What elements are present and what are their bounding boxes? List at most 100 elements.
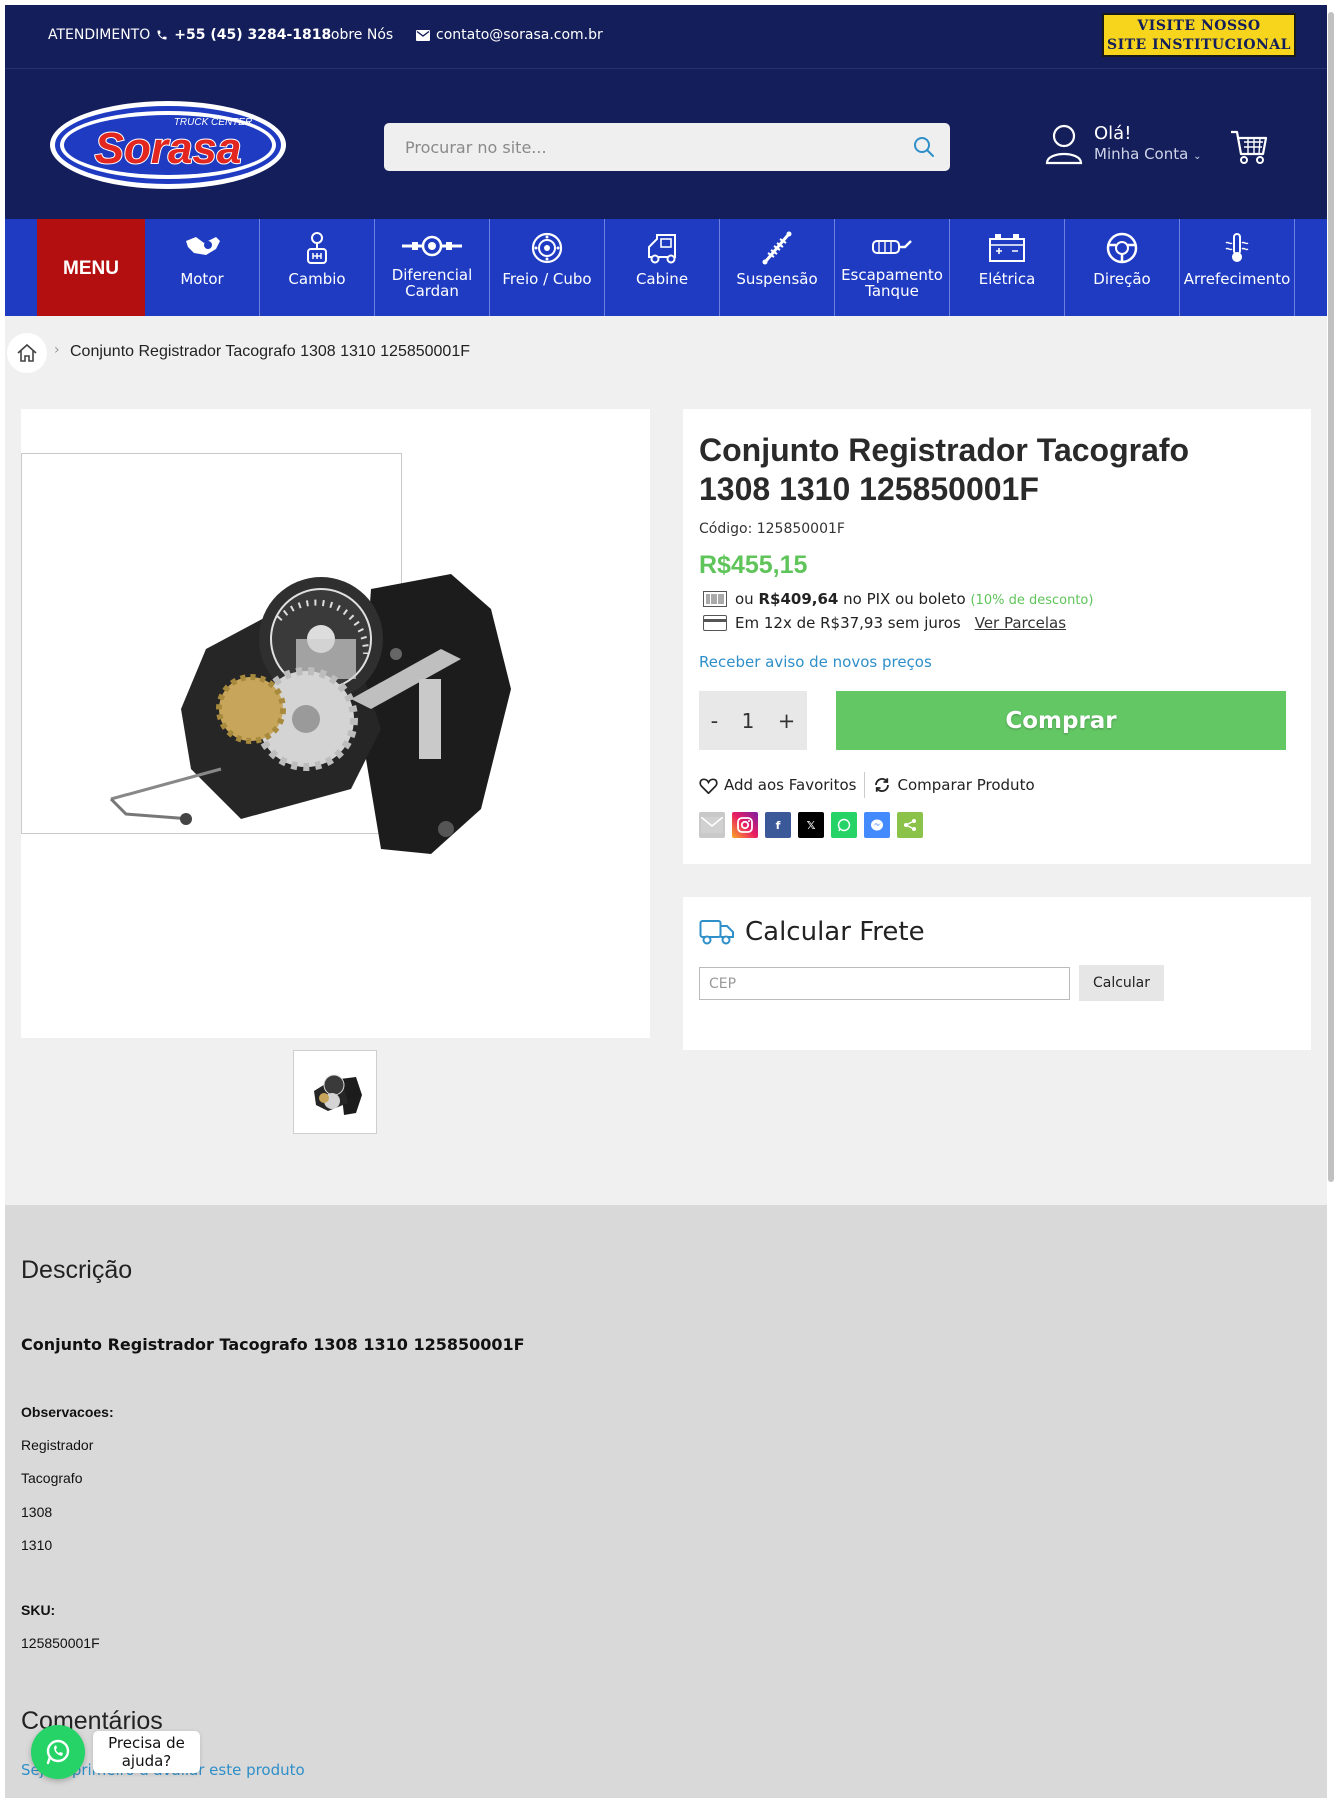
help-line-2: ajuda?: [121, 1752, 172, 1770]
observation-line: 1310: [21, 1537, 53, 1553]
nav-item-eletrica[interactable]: Elétrica: [950, 219, 1065, 316]
scrollbar-thumb[interactable]: [1328, 12, 1334, 1182]
ver-parcelas-link[interactable]: Ver Parcelas: [975, 614, 1066, 632]
pix-discount: (10% de desconto): [970, 593, 1094, 608]
visite-line-2: SITE INSTITUCIONAL: [1106, 37, 1292, 53]
thermometer-icon: [1180, 231, 1294, 265]
nav-item-freio[interactable]: Freio / Cubo: [490, 219, 605, 316]
visite-site-banner[interactable]: VISITE NOSSO SITE INSTITUCIONAL: [1102, 13, 1296, 57]
favorite-label: Add aos Favoritos: [724, 776, 857, 794]
product-price: R$455,15: [699, 551, 808, 579]
quantity-stepper: - 1 +: [699, 691, 807, 750]
product-actions: Add aos Favoritos Comparar Produto: [699, 772, 1035, 798]
battery-icon: [950, 231, 1064, 265]
menu-button[interactable]: MENU: [37, 219, 145, 316]
shipping-header: Calcular Frete: [699, 917, 925, 947]
header: TRUCK CENTER Sorasa Olá! Minha Conta ⌄: [5, 69, 1327, 219]
nav-item-cambio[interactable]: Cambio: [260, 219, 375, 316]
sku-value: 125850001F: [21, 1635, 100, 1651]
email-share-icon[interactable]: [699, 812, 725, 838]
price-alert-link[interactable]: Receber aviso de novos preços: [699, 653, 932, 671]
facebook-icon[interactable]: f: [765, 812, 791, 838]
nav-label: Cabine: [635, 270, 689, 288]
nav-label: Escapamento Tanque: [835, 267, 949, 299]
compare-label: Comparar Produto: [897, 776, 1035, 794]
brake-disc-icon: [490, 231, 604, 265]
observation-line: Tacografo: [21, 1470, 83, 1486]
visite-line-1: VISITE NOSSO: [1137, 18, 1261, 34]
pix-prefix: ou: [735, 590, 754, 608]
nav-item-motor[interactable]: Motor: [145, 219, 260, 316]
home-icon[interactable]: [7, 333, 47, 373]
product-image-panel[interactable]: [21, 409, 650, 1038]
nav-item-arrefecimento[interactable]: Arrefecimento: [1180, 219, 1295, 316]
email-address: contato@sorasa.com.br: [436, 27, 603, 43]
heart-icon: [699, 777, 718, 794]
envelope-icon: [416, 29, 430, 41]
description-section: Descrição Conjunto Registrador Tacografo…: [5, 1205, 1327, 1798]
user-icon: [1044, 123, 1084, 169]
observation-line: 1308: [21, 1504, 53, 1520]
x-twitter-icon[interactable]: 𝕏: [798, 812, 824, 838]
contact-phone[interactable]: ATENDIMENTO +55 (45) 3284-1818: [48, 27, 331, 43]
messenger-icon[interactable]: [864, 812, 890, 838]
sku-label: SKU:: [21, 1602, 56, 1618]
observations-label: Observacoes:: [21, 1404, 114, 1420]
qty-value[interactable]: 1: [742, 709, 755, 733]
pix-text-group: ou R$409,64 no PIX ou boleto (10% de des…: [735, 590, 1093, 608]
share-icon[interactable]: [897, 812, 923, 838]
credit-card-icon: [703, 615, 727, 631]
nav-item-cabine[interactable]: Cabine: [605, 219, 720, 316]
svg-text:Sorasa: Sorasa: [95, 124, 242, 173]
cep-input[interactable]: [699, 967, 1070, 1000]
calculate-button[interactable]: Calcular: [1079, 965, 1164, 1001]
sorasa-logo[interactable]: TRUCK CENTER Sorasa: [48, 99, 288, 195]
scrollbar[interactable]: [1327, 0, 1335, 1798]
nav-label: Diferencial Cardan: [375, 267, 489, 299]
search-bar: [384, 123, 950, 171]
nav-item-escapamento[interactable]: Escapamento Tanque: [835, 219, 950, 316]
sobre-link[interactable]: Sobre Nós: [322, 27, 393, 43]
pix-text: no PIX ou boleto: [843, 590, 966, 608]
qty-plus-button[interactable]: +: [778, 709, 796, 733]
chevron-down-icon: ⌄: [1193, 151, 1202, 162]
compare-button[interactable]: Comparar Produto: [873, 776, 1035, 794]
search-input[interactable]: [384, 123, 904, 171]
account-label: Minha Conta ⌄: [1094, 145, 1202, 163]
sobre-label: Sobre Nós: [322, 27, 394, 43]
whatsapp-share-icon[interactable]: [831, 812, 857, 838]
top-bar: ATENDIMENTO +55 (45) 3284-1818 Sobre Nós…: [5, 5, 1327, 69]
breadcrumb-current: Conjunto Registrador Tacografo 1308 1310…: [70, 343, 470, 360]
nav-label-line-1: Escapamento: [841, 266, 943, 284]
steering-wheel-icon: [1065, 231, 1179, 265]
add-favorite-button[interactable]: Add aos Favoritos: [699, 776, 856, 794]
nav-item-suspensao[interactable]: Suspensão: [720, 219, 835, 316]
truck-cab-icon: [605, 231, 719, 265]
product-thumbnail[interactable]: [293, 1050, 377, 1134]
nav-item-diferencial[interactable]: Diferencial Cardan: [375, 219, 490, 316]
nav-label: Cambio: [288, 270, 346, 288]
exhaust-icon: [835, 231, 949, 265]
atendimento-label: ATENDIMENTO: [48, 27, 151, 43]
barcode-icon: [703, 591, 727, 607]
instagram-icon[interactable]: [732, 812, 758, 838]
description-heading: Descrição: [21, 1256, 133, 1284]
qty-minus-button[interactable]: -: [711, 709, 719, 733]
engine-icon: [145, 231, 259, 265]
pix-price: R$409,64: [758, 590, 839, 608]
nav-label-line-2: Tanque: [865, 282, 919, 300]
installments-line: Em 12x de R$37,93 sem juros Ver Parcelas: [703, 614, 1066, 632]
email-link[interactable]: contato@sorasa.com.br: [416, 27, 603, 43]
whatsapp-help-bubble[interactable]: Precisa de ajuda?: [93, 1731, 200, 1773]
buy-button[interactable]: Comprar: [836, 691, 1286, 750]
product-title: Conjunto Registrador Tacografo 1308 1310…: [699, 432, 1190, 507]
whatsapp-button[interactable]: [31, 1725, 85, 1779]
nav-label: Freio / Cubo: [502, 270, 592, 288]
share-buttons: f 𝕏: [699, 812, 923, 838]
cart-icon[interactable]: [1229, 127, 1269, 171]
nav-label: Suspensão: [736, 270, 818, 288]
nav-label: Motor: [180, 270, 224, 288]
refresh-icon: [873, 776, 891, 794]
search-icon[interactable]: [912, 135, 936, 163]
nav-item-direcao[interactable]: Direção: [1065, 219, 1180, 316]
